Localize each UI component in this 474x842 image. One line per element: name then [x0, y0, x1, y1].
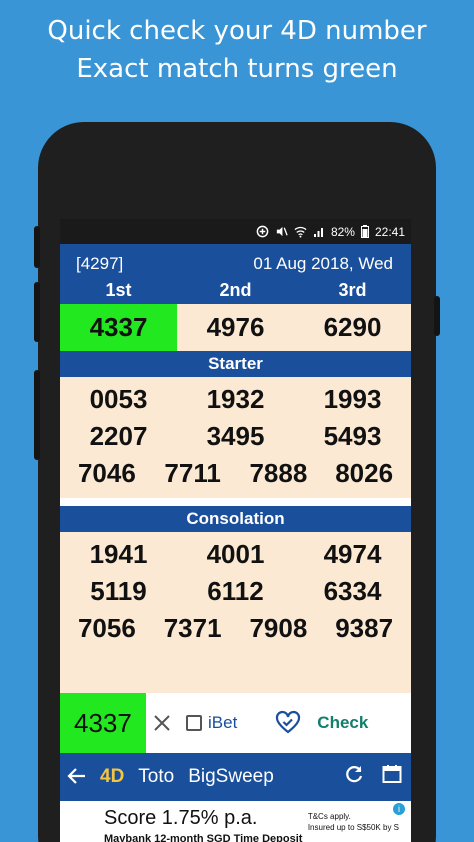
- starter-grid: 0053 1932 1993 2207 3495 5493 7046 7711 …: [60, 377, 411, 498]
- consolation-number: 6334: [323, 576, 382, 606]
- starter-number: 0053: [89, 384, 148, 414]
- starter-row: 0053 1932 1993: [60, 381, 411, 418]
- bottom-nav: 4D Toto BigSweep: [60, 753, 411, 801]
- nav-actions: [343, 763, 411, 791]
- starter-number: 7888: [249, 458, 308, 488]
- checker-bar: iBet Check: [60, 693, 411, 753]
- calendar-icon[interactable]: [381, 763, 403, 791]
- consolation-row: 5119 6112 6334: [60, 573, 411, 610]
- prize-1st-value: 4337: [60, 304, 177, 351]
- consolation-number: 7056: [77, 613, 136, 643]
- starter-row: 2207 3495 5493: [60, 418, 411, 455]
- check-button[interactable]: Check: [317, 713, 368, 733]
- prize-2nd-value: 4976: [206, 312, 265, 342]
- sync-icon: [256, 225, 269, 238]
- consolation-number: 6112: [207, 576, 264, 606]
- consolation-title: Consolation: [60, 506, 411, 532]
- consolation-number: 4001: [206, 539, 265, 569]
- status-time: 22:41: [374, 224, 405, 239]
- section-divider: [60, 498, 411, 506]
- prize-3rd-value: 6290: [323, 312, 382, 342]
- signal-icon: [313, 226, 325, 238]
- close-icon[interactable]: [150, 709, 178, 737]
- tab-toto[interactable]: Toto: [138, 766, 174, 788]
- app-screen: 82% 22:41 [4297] 01 Aug 2018, Wed 1st 2n…: [60, 219, 411, 842]
- ad-subtitle: Maybank 12-month SGD Time Deposit: [104, 833, 303, 842]
- top-prizes-row: 4337 4976 6290: [60, 304, 411, 351]
- info-icon[interactable]: i: [393, 803, 405, 815]
- ibet-checkbox-label[interactable]: iBet: [186, 713, 237, 733]
- status-bar: 82% 22:41: [60, 219, 411, 244]
- consolation-row: 7056 7371 7908 9387: [60, 610, 411, 647]
- phone-side-button: [34, 370, 40, 460]
- prize-label-3rd: 3rd: [338, 280, 367, 300]
- starter-number: 5493: [323, 421, 382, 451]
- starter-number: 2207: [89, 421, 148, 451]
- ad-terms-line-2: Insured up to S$50K by S: [307, 823, 399, 832]
- draw-number: [4297]: [76, 254, 124, 273]
- back-arrow-icon[interactable]: [66, 765, 90, 789]
- consolation-grid: 1941 4001 4974 5119 6112 6334 7056 7371 …: [60, 532, 411, 693]
- battery-percent: 82%: [330, 224, 355, 239]
- phone-side-button: [34, 282, 40, 342]
- phone-side-button: [34, 226, 40, 268]
- starter-number: 7046: [77, 458, 136, 488]
- tab-4d[interactable]: 4D: [100, 766, 124, 788]
- ad-title: Score 1.75% p.a.: [104, 807, 258, 829]
- prize-label-1st: 1st: [105, 280, 132, 300]
- refresh-icon[interactable]: [343, 763, 365, 791]
- heart-check-icon[interactable]: [275, 710, 301, 736]
- starter-number: 1993: [323, 384, 382, 414]
- consolation-number: 4974: [323, 539, 382, 569]
- tab-bigsweep[interactable]: BigSweep: [188, 766, 274, 788]
- starter-number: 8026: [335, 458, 394, 488]
- headline: Quick check your 4D number Exact match t…: [0, 12, 474, 88]
- consolation-number: 5119: [90, 576, 147, 606]
- draw-date: 01 Aug 2018, Wed: [253, 254, 393, 273]
- consolation-number: 7371: [163, 613, 222, 643]
- phone-side-button: [434, 296, 440, 336]
- consolation-number: 1941: [89, 539, 148, 569]
- battery-icon: [360, 225, 369, 238]
- ibet-checkbox[interactable]: [186, 715, 202, 731]
- starter-number: 1932: [206, 384, 265, 414]
- headline-line-1: Quick check your 4D number: [47, 16, 427, 46]
- ad-terms-line-1: T&Cs apply.: [307, 812, 351, 821]
- ibet-label: iBet: [208, 713, 238, 732]
- headline-line-2: Exact match turns green: [76, 54, 398, 84]
- ad-terms: T&Cs apply. Insured up to S$50K by S: [308, 811, 399, 833]
- consolation-row: 1941 4001 4974: [60, 536, 411, 573]
- ad-banner[interactable]: Score 1.75% p.a. Maybank 12-month SGD Ti…: [60, 801, 411, 842]
- prize-label-2nd: 2nd: [219, 280, 252, 300]
- consolation-number: 9387: [335, 613, 394, 643]
- starter-row: 7046 7711 7888 8026: [60, 455, 411, 492]
- wifi-icon: [294, 225, 307, 238]
- prize-labels: 1st 2nd 3rd: [60, 280, 411, 301]
- starter-title: Starter: [60, 351, 411, 377]
- starter-number: 7711: [164, 458, 221, 488]
- starter-number: 3495: [206, 421, 265, 451]
- consolation-number: 7908: [249, 613, 308, 643]
- number-input[interactable]: [60, 693, 146, 753]
- draw-header: [4297] 01 Aug 2018, Wed 1st 2nd 3rd: [60, 244, 411, 304]
- mute-icon: [275, 225, 288, 238]
